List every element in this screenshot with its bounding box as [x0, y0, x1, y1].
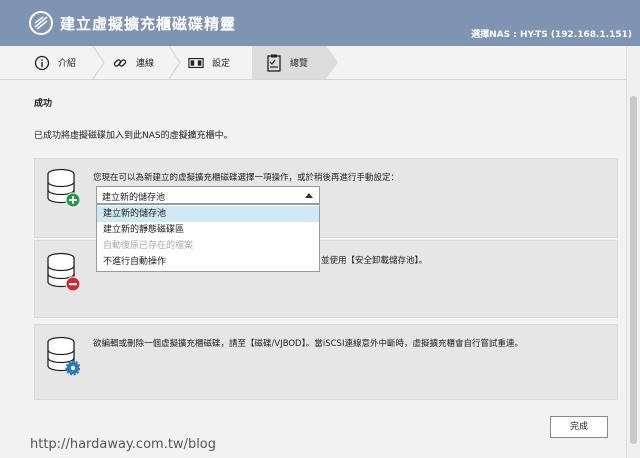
wizard-steps: 介紹 連線 設定 總覽 — [0, 46, 626, 80]
option-no-auto-action[interactable]: 不進行自動操作 — [97, 254, 319, 270]
step-overview[interactable]: 總覽 — [252, 46, 326, 79]
action-select-value: 建立新的儲存池 — [102, 193, 166, 203]
scrollbar-thumb[interactable] — [630, 96, 637, 444]
settings-instruction: 欲編輯或刪除一個虛擬擴充櫃磁碟，請至【磁碟/VJBOD】。當iSCSI連線意外中… — [93, 339, 523, 349]
nas-selection-label: 選擇NAS : HY-TS (192.168.1.151) — [471, 30, 632, 40]
action-select[interactable]: 建立新的儲存池 — [96, 186, 320, 204]
step-active-arrow — [326, 46, 338, 79]
step-intro[interactable]: 介紹 — [34, 46, 76, 79]
title-bar: 建立虛擬擴充櫃磁碟精靈 選擇NAS : HY-TS (192.168.1.151… — [0, 0, 640, 46]
link-icon — [112, 55, 128, 71]
action-dropdown-list: 建立新的儲存池 建立新的靜態磁碟區 自動復原已存在的檔案 不進行自動操作 — [96, 204, 320, 272]
settings-panel-icon — [188, 55, 204, 71]
window-title: 建立虛擬擴充櫃磁碟精靈 — [60, 15, 237, 33]
step-connection[interactable]: 連線 — [112, 46, 154, 79]
success-heading: 成功 — [34, 99, 53, 109]
option-auto-restore-files: 自動復原已存在的檔案 — [103, 241, 194, 251]
disk-settings-icon — [47, 336, 80, 376]
step-divider — [92, 46, 105, 79]
disk-add-icon — [47, 168, 80, 208]
step-overview-label: 總覽 — [290, 59, 309, 69]
step-intro-label: 介紹 — [58, 59, 77, 69]
step-settings[interactable]: 設定 — [188, 46, 230, 79]
checklist-icon — [266, 54, 282, 72]
step-divider — [168, 46, 181, 79]
app-logo-icon — [29, 11, 53, 35]
step-settings-label: 設定 — [212, 59, 231, 69]
watermark: http://hardaway.com.tw/blog — [30, 437, 217, 452]
step-connection-label: 連線 — [136, 59, 155, 69]
option-create-storage-pool[interactable]: 建立新的儲存池 — [97, 206, 319, 222]
finish-button[interactable]: 完成 — [550, 416, 608, 438]
remove-instruction: 並使用【安全卸載儲存池】。 — [321, 256, 428, 266]
disk-remove-icon — [47, 252, 80, 292]
action-instruction: 您現在可以為新建立的虛擬擴充櫃磁碟選擇一項操作，或於稍後再進行手動設定： — [93, 173, 400, 183]
panel-disk-settings: 欲編輯或刪除一個虛擬擴充櫃磁碟，請至【磁碟/VJBOD】。當iSCSI連線意外中… — [34, 324, 618, 400]
dropdown-arrow-icon[interactable] — [305, 193, 313, 198]
success-message: 已成功將虛擬磁碟加入到此NAS的虛擬擴充櫃中。 — [34, 131, 233, 141]
option-create-static-volume[interactable]: 建立新的靜態磁碟區 — [97, 222, 319, 238]
vertical-scrollbar[interactable] — [626, 46, 640, 458]
info-icon — [34, 55, 50, 71]
